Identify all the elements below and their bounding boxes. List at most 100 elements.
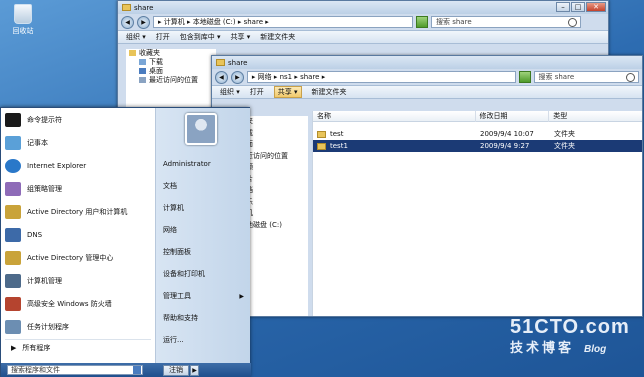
window-title: share [228,58,248,67]
program-dns[interactable]: DNS [1,223,155,246]
nav-item[interactable]: 机 [246,208,308,220]
share-button[interactable]: 共享 ▾ [273,86,302,98]
arrow-right-icon: ▶ [11,344,17,352]
address-bar[interactable]: ▸ 网络 ▸ ns1 ▸ share ▸ [246,71,516,83]
share-button[interactable]: 共享 ▾ [231,32,251,42]
command-bar: 组织 ▾ 打开 共享 ▾ 新建文件夹 [212,85,642,99]
new-folder-button[interactable]: 新建文件夹 [312,87,347,97]
nav-item[interactable]: 地磁盘 (C:) [246,220,308,232]
recycle-bin-label: 回收站 [12,27,34,35]
place-devices-printers[interactable]: 设备和打印机 [156,263,250,285]
task-scheduler-icon [5,319,21,334]
nav-recent[interactable]: 最近访问的位置 [126,76,216,85]
folder-icon [317,142,326,150]
include-in-library-button[interactable]: 包含到库中 ▾ [180,32,221,42]
column-date[interactable]: 修改日期 [476,110,550,122]
refresh-button[interactable] [518,71,531,83]
ad-admin-icon [5,250,21,265]
window-title: share [134,3,154,12]
program-firewall[interactable]: 高级安全 Windows 防火墙 [1,292,155,315]
organize-button[interactable]: 组织 ▾ [126,32,146,42]
search-icon [568,17,577,27]
all-programs[interactable]: ▶ 所有程序 [1,341,155,355]
refresh-button[interactable] [416,16,428,28]
recycle-bin[interactable]: 回收站 [6,4,40,36]
place-documents[interactable]: 文档 [156,175,250,197]
window-titlebar[interactable]: share – □ ✕ [118,1,608,14]
window-titlebar[interactable]: share [212,56,642,69]
open-button[interactable]: 打开 [250,87,264,97]
nav-item[interactable]: 近访问的位置 [246,151,308,163]
column-headers: 名称 修改日期 类型 [313,110,642,122]
close-button[interactable]: ✕ [586,2,606,12]
ad-users-icon [5,204,21,219]
cmd-icon [5,112,21,127]
place-run[interactable]: 运行... [156,329,250,351]
nav-item[interactable]: 面 [246,139,308,151]
start-menu-places: Administrator 文档 计算机 网络 控制面板 设备和打印机 管理工具… [156,108,250,363]
column-name[interactable]: 名称 [313,110,476,122]
program-ad-users[interactable]: Active Directory 用户和计算机 [1,200,155,223]
back-button[interactable]: ◀ [215,70,228,84]
nav-item[interactable]: 频 [246,162,308,174]
watermark-sub: 技术博客 Blog [510,340,607,355]
nav-item[interactable]: 片 [246,174,308,186]
program-notepad[interactable]: 记事本 [1,131,155,154]
start-menu-footer: 搜索程序和文件 注销 ▶ [1,363,251,377]
place-network[interactable]: 网络 [156,219,250,241]
place-computer[interactable]: 计算机 [156,197,250,219]
recent-icon [139,77,146,83]
place-help-support[interactable]: 帮助和支持 [156,307,250,329]
logoff-button[interactable]: 注销 [163,364,189,376]
place-admin-tools[interactable]: 管理工具 ▶ [156,285,250,307]
shutdown-options-button[interactable]: ▶ [190,364,199,376]
group-policy-icon [5,181,21,196]
program-ie[interactable]: Internet Explorer [1,154,155,177]
nav-item[interactable]: 档 [246,185,308,197]
nav-favorites[interactable]: 收藏夹 [126,49,216,58]
nav-downloads[interactable]: 下载 [126,58,216,67]
navigation-pane: 夹 载 面 近访问的位置 频 片 档 乐 机 地磁盘 (C:) [246,116,308,316]
minimize-button[interactable]: – [556,2,570,12]
forward-button[interactable]: ▶ [230,70,244,84]
start-menu: 命令提示符 记事本 Internet Explorer 组策略管理 Active… [0,107,251,377]
program-group-policy[interactable]: 组策略管理 [1,177,155,200]
place-control-panel[interactable]: 控制面板 [156,241,250,263]
user-avatar[interactable] [185,113,217,145]
new-folder-button[interactable]: 新建文件夹 [260,32,295,42]
notepad-icon [5,135,21,150]
computer-mgmt-icon [5,273,21,288]
place-administrator[interactable]: Administrator [156,153,250,175]
separator [5,339,151,340]
address-bar[interactable]: ▸ 计算机 ▸ 本地磁盘 (C:) ▸ share ▸ [153,16,413,28]
program-ad-admin-center[interactable]: Active Directory 管理中心 [1,246,155,269]
start-search-input[interactable]: 搜索程序和文件 [7,365,143,375]
file-row[interactable]: test 2009/9/4 10:07 文件夹 [313,128,642,140]
arrow-right-icon: ▶ [239,292,244,300]
folder-icon [317,130,326,138]
maximize-button[interactable]: □ [571,2,585,12]
organize-button[interactable]: 组织 ▾ [220,87,240,97]
search-input[interactable]: 搜索 share [533,71,639,83]
start-menu-programs: 命令提示符 记事本 Internet Explorer 组策略管理 Active… [1,108,156,363]
search-input[interactable]: 搜索 share [431,16,581,28]
explorer-window-network: share ◀ ▶ ▸ 网络 ▸ ns1 ▸ share ▸ 搜索 share … [211,55,643,317]
nav-item[interactable]: 载 [246,128,308,140]
file-list: 名称 修改日期 类型 test 2009/9/4 10:07 文件夹 test1… [312,110,642,316]
back-button[interactable]: ◀ [121,15,134,29]
program-computer-management[interactable]: 计算机管理 [1,269,155,292]
file-row-selected[interactable]: test1 2009/9/4 9:27 文件夹 [313,140,642,152]
open-button[interactable]: 打开 [156,32,170,42]
program-cmd[interactable]: 命令提示符 [1,108,155,131]
watermark-site: 51CTO.com [510,316,630,338]
desktop-icon [139,68,146,74]
recycle-bin-icon [14,4,32,24]
column-type[interactable]: 类型 [549,111,642,122]
nav-item[interactable]: 夹 [246,116,308,128]
search-icon [133,366,141,374]
program-task-scheduler[interactable]: 任务计划程序 [1,315,155,338]
dns-icon [5,227,21,242]
nav-desktop[interactable]: 桌面 [126,67,216,76]
forward-button[interactable]: ▶ [137,15,150,29]
nav-item[interactable]: 乐 [246,197,308,209]
